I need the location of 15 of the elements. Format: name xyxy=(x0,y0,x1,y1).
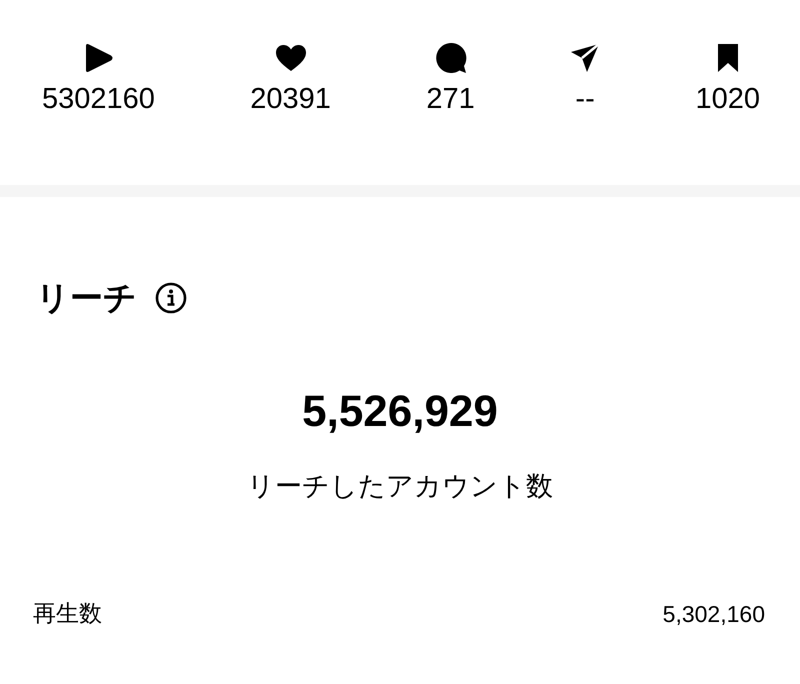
stat-count: 20391 xyxy=(250,82,331,117)
bookmark-icon xyxy=(716,42,740,74)
metric-value: 5,302,160 xyxy=(662,600,765,629)
reach-total-label: リーチしたアカウント数 xyxy=(246,470,554,504)
paper-plane-icon xyxy=(570,42,600,74)
stat-count: 5302160 xyxy=(42,82,155,117)
heart-icon xyxy=(274,42,307,74)
stat-count: -- xyxy=(575,82,595,117)
metric-label: 再生数 xyxy=(33,600,102,629)
reach-total: 5,526,929 xyxy=(301,386,499,438)
stat-count: 271 xyxy=(426,82,475,117)
stat-count: 1020 xyxy=(695,82,760,117)
info-icon[interactable] xyxy=(155,282,187,314)
section-title: リーチ xyxy=(36,277,137,319)
speech-bubble-icon xyxy=(434,42,466,74)
